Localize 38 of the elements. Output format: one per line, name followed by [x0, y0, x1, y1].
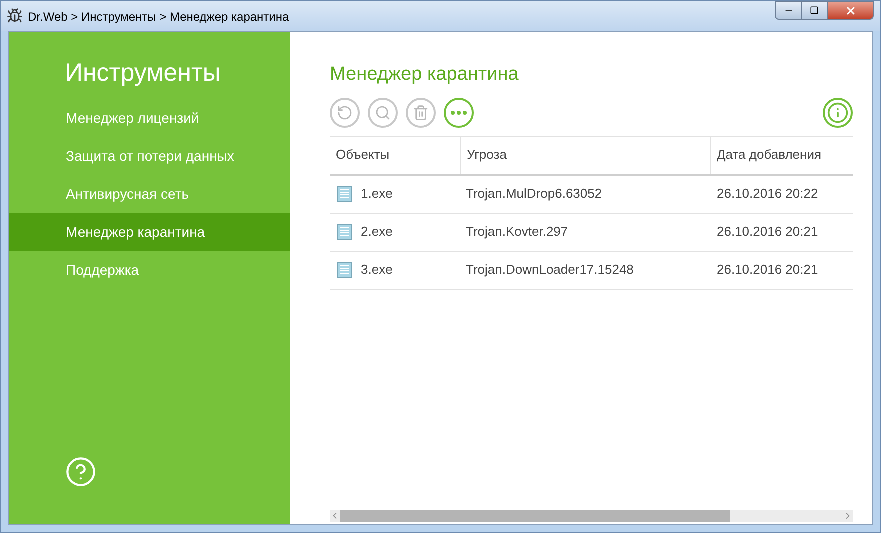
- table-cell-text: 26.10.2016 20:21: [717, 223, 818, 242]
- file-icon: [337, 224, 352, 240]
- more-button[interactable]: [444, 98, 474, 128]
- column-header[interactable]: Объекты: [330, 136, 460, 174]
- table-cell-text: Trojan.MulDrop6.63052: [466, 185, 602, 204]
- more-icon: [451, 110, 467, 114]
- trash-icon: [413, 104, 429, 120]
- table-cell-text: 2.exe: [361, 223, 393, 242]
- close-icon: [844, 4, 856, 16]
- sidebar-item[interactable]: Поддержка: [9, 251, 290, 289]
- bug-icon: [7, 8, 23, 24]
- column-header[interactable]: Угроза: [460, 136, 710, 174]
- table-cell-text: Trojan.DownLoader17.15248: [466, 261, 634, 280]
- table-cell-text: Trojan.Kovter.297: [466, 223, 568, 242]
- search-icon: [375, 104, 391, 120]
- info-icon: [827, 102, 849, 124]
- table-cell-text: 1.exe: [361, 185, 393, 204]
- sidebar-item[interactable]: Менеджер карантина: [9, 213, 290, 251]
- window-title: Dr.Web > Инструменты > Менеджер карантина: [28, 9, 290, 26]
- maximize-icon: [810, 6, 819, 15]
- horizontal-scrollbar[interactable]: [330, 510, 853, 522]
- table-cell-text: 26.10.2016 20:21: [717, 261, 818, 280]
- sidebar-item[interactable]: Защита от потери данных: [9, 137, 290, 175]
- undo-icon: [337, 104, 353, 120]
- column-header[interactable]: Дата добавления: [710, 136, 853, 174]
- table-cell-text: 3.exe: [361, 261, 393, 280]
- file-icon: [337, 262, 352, 278]
- help-icon[interactable]: [65, 456, 97, 488]
- sidebar-item[interactable]: Антивирусная сеть: [9, 175, 290, 213]
- close-button[interactable]: [828, 1, 874, 20]
- sidebar-title: Инструменты: [65, 58, 222, 88]
- file-icon: [337, 186, 352, 202]
- scrollbar-thumb[interactable]: [340, 510, 730, 522]
- sidebar-item[interactable]: Менеджер лицензий: [9, 99, 290, 137]
- page-title: Менеджер карантина: [330, 63, 520, 87]
- table-cell-text: 26.10.2016 20:22: [717, 185, 818, 204]
- maximize-button[interactable]: [802, 1, 828, 20]
- info-button[interactable]: [823, 98, 853, 128]
